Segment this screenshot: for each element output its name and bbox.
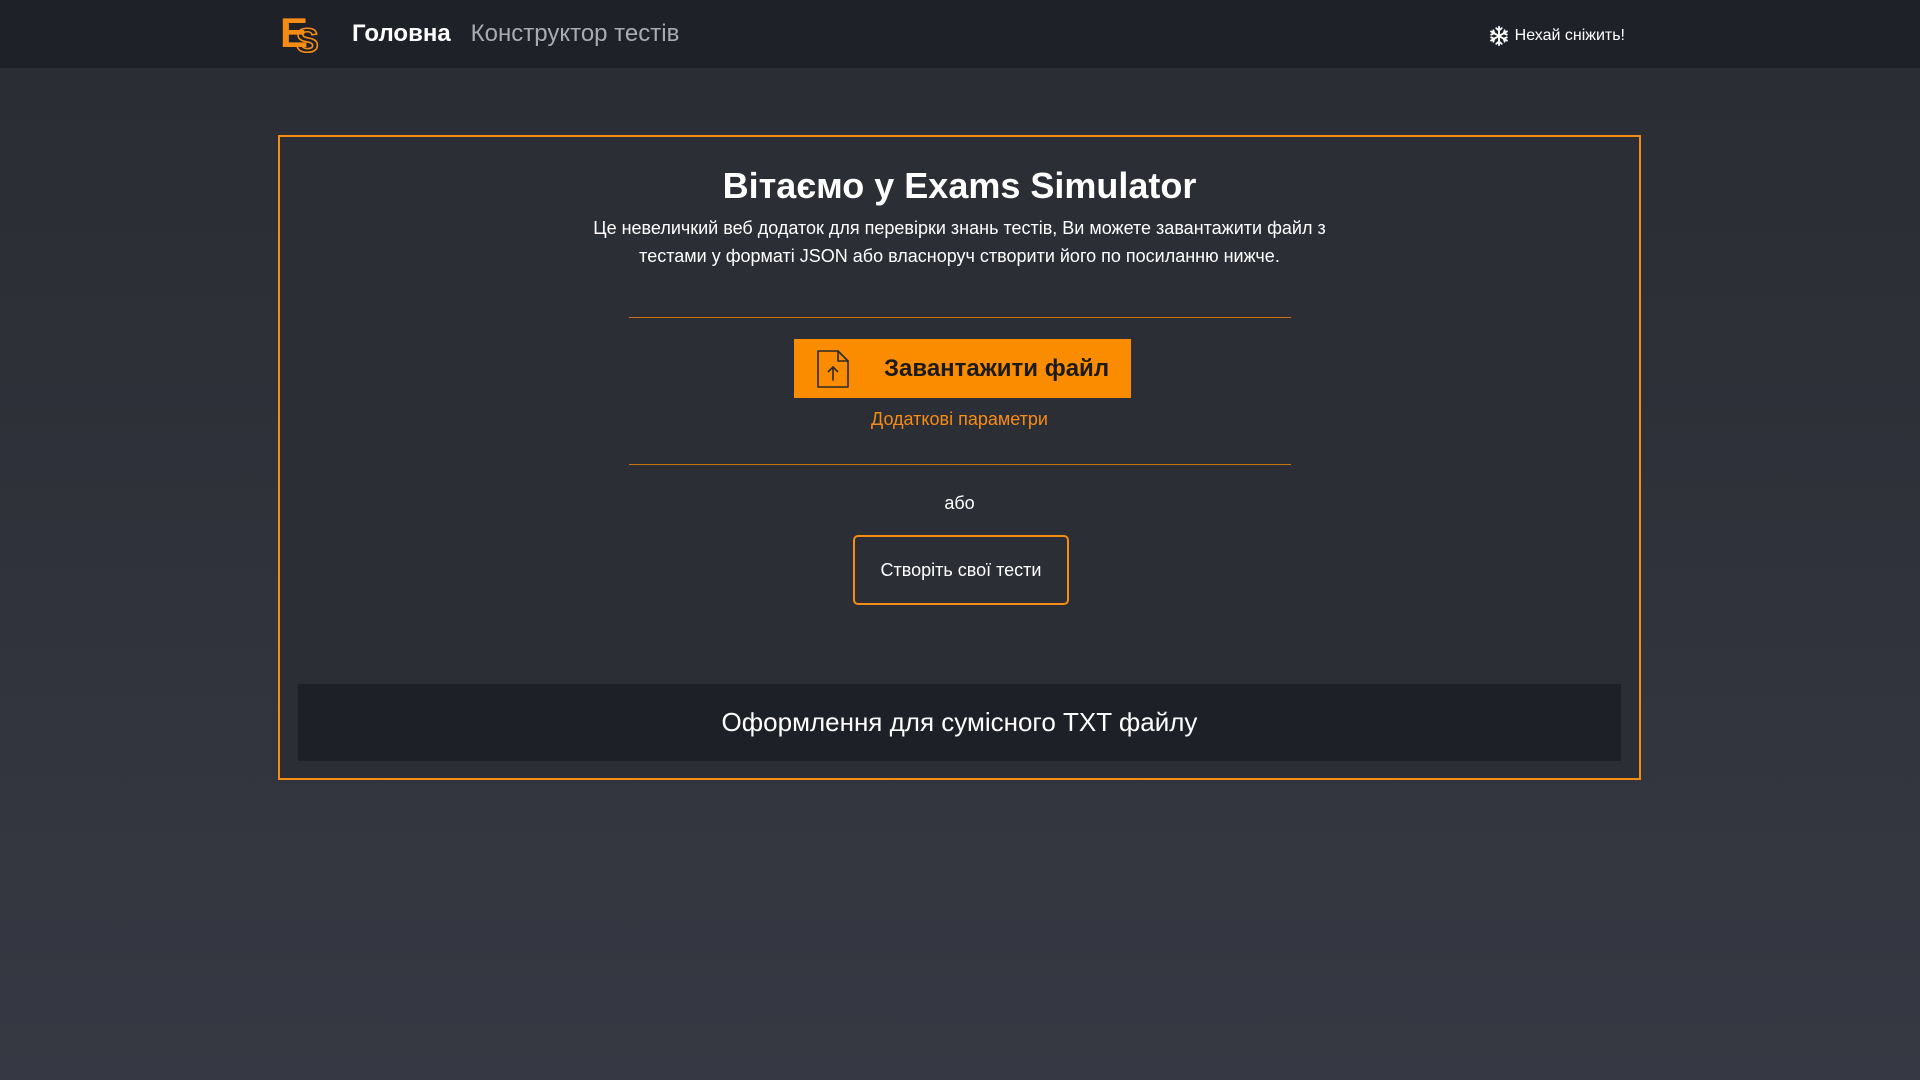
- create-tests-button[interactable]: Створіть свої тести: [853, 535, 1069, 605]
- nav-link-test-builder[interactable]: Конструктор тестів: [471, 20, 680, 48]
- file-upload-icon: [817, 349, 849, 388]
- navbar-container: E S Головна Конструктор тестів Нехай сні…: [278, 0, 1625, 68]
- or-separator: або: [944, 493, 975, 513]
- txt-format-panel[interactable]: Оформлення для сумісного TXT файлу: [298, 684, 1621, 761]
- snow-toggle[interactable]: Нехай сніжить!: [1488, 25, 1625, 47]
- welcome-card: Вітаємо у Exams Simulator Це невеличкий …: [278, 135, 1641, 780]
- divider-bottom: [628, 464, 1291, 465]
- intro-text: Це невеличкий веб додаток для перевірки …: [593, 218, 1326, 266]
- snowflake-icon: [1489, 25, 1508, 47]
- extra-params-link[interactable]: Додаткові параметри: [280, 409, 1639, 430]
- logo[interactable]: E S: [278, 12, 322, 60]
- logo-letter-s: S: [295, 22, 319, 60]
- upload-file-button[interactable]: Завантажити файл: [794, 339, 1131, 398]
- divider-top: [628, 317, 1291, 318]
- top-navbar: E S Головна Конструктор тестів Нехай сні…: [0, 0, 1920, 68]
- upload-file-label: Завантажити файл: [884, 354, 1110, 382]
- txt-format-label: Оформлення для сумісного TXT файлу: [721, 707, 1198, 737]
- snow-toggle-label: Нехай сніжить!: [1514, 27, 1625, 44]
- page-title: Вітаємо у Exams Simulator: [722, 165, 1197, 206]
- nav-link-home[interactable]: Головна: [352, 20, 451, 48]
